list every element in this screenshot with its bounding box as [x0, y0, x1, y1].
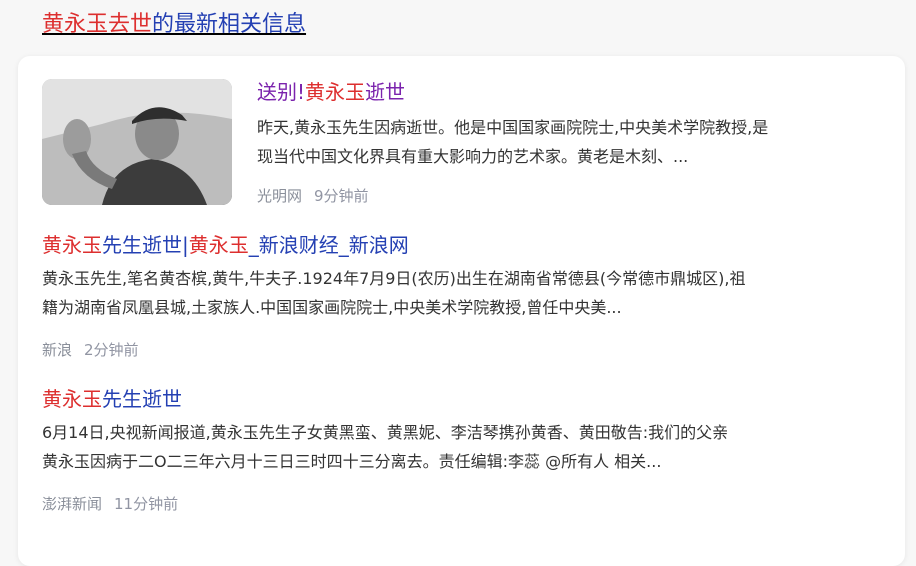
news-meta: 澎湃新闻 11分钟前	[42, 493, 178, 515]
title-highlight: 黄永玉	[42, 387, 102, 411]
section-header-link[interactable]: 黄永玉去世的最新相关信息	[42, 8, 306, 42]
news-result-1: 送别!黄永玉逝世 昨天,黄永玉先生因病逝世。他是中国国家画院院士,中央美术学院教…	[18, 56, 905, 216]
snippet-line: 黄永玉因病于二O二三年六月十三日三时四十三分离去。责任编辑:李蕊 @所有人 相关…	[42, 452, 662, 471]
title-text: 送别!	[257, 80, 306, 104]
news-snippet: 黄永玉先生,笔名黄杏槟,黄牛,牛夫子.1924年7月9日(农历)出生在湖南省常德…	[42, 264, 745, 322]
snippet-line: 黄永玉先生,笔名黄杏槟,黄牛,牛夫子.1924年7月9日(农历)出生在湖南省常德…	[42, 269, 746, 288]
title-text: 逝世	[365, 80, 406, 104]
header-suffix: 的最新相关信息	[152, 12, 307, 37]
title-highlight: 黄永玉	[188, 233, 249, 257]
news-time: 11分钟前	[114, 495, 179, 513]
header-query: 黄永玉去世	[42, 12, 153, 37]
news-source: 澎湃新闻	[42, 495, 103, 513]
news-title-link[interactable]: 黄永玉先生逝世	[42, 385, 182, 413]
news-result-3: 黄永玉先生逝世 6月14日,央视新闻报道,黄永玉先生子女黄黑蛮、黄黑妮、李洁琴携…	[18, 370, 905, 530]
snippet-line: 现当代中国文化界具有重大影响力的艺术家。黄老是木刻、...	[257, 147, 689, 166]
title-text: 先生逝世|	[102, 233, 189, 257]
news-source: 光明网	[257, 187, 303, 205]
news-thumbnail[interactable]	[42, 79, 232, 205]
news-meta: 新浪 2分钟前	[42, 339, 139, 361]
news-snippet: 6月14日,央视新闻报道,黄永玉先生子女黄黑蛮、黄黑妮、李洁琴携孙黄香、黄田敬告…	[42, 418, 728, 476]
title-text: 先生逝世	[102, 387, 182, 411]
news-card: 送别!黄永玉逝世 昨天,黄永玉先生因病逝世。他是中国国家画院院士,中央美术学院教…	[18, 56, 905, 566]
news-title-link[interactable]: 送别!黄永玉逝世	[257, 78, 405, 106]
news-snippet: 昨天,黄永玉先生因病逝世。他是中国国家画院院士,中央美术学院教授,是 现当代中国…	[257, 113, 768, 171]
snippet-line: 昨天,黄永玉先生因病逝世。他是中国国家画院院士,中央美术学院教授,是	[257, 118, 769, 137]
news-meta: 光明网 9分钟前	[257, 185, 369, 207]
news-source: 新浪	[42, 341, 73, 359]
snippet-line: 6月14日,央视新闻报道,黄永玉先生子女黄黑蛮、黄黑妮、李洁琴携孙黄香、黄田敬告…	[42, 423, 729, 442]
title-highlight: 黄永玉	[305, 80, 366, 104]
title-highlight: 黄永玉	[42, 233, 102, 257]
news-time: 9分钟前	[314, 187, 369, 205]
snippet-line: 籍为湖南省凤凰县城,土家族人.中国国家画院院士,中央美术学院教授,曾任中央美..…	[42, 298, 622, 317]
news-title-link[interactable]: 黄永玉先生逝世|黄永玉_新浪财经_新浪网	[42, 231, 409, 259]
title-text: _新浪财经_新浪网	[248, 233, 409, 257]
news-time: 2分钟前	[84, 341, 139, 359]
news-result-2: 黄永玉先生逝世|黄永玉_新浪财经_新浪网 黄永玉先生,笔名黄杏槟,黄牛,牛夫子.…	[18, 216, 905, 376]
portrait-image	[42, 79, 232, 205]
